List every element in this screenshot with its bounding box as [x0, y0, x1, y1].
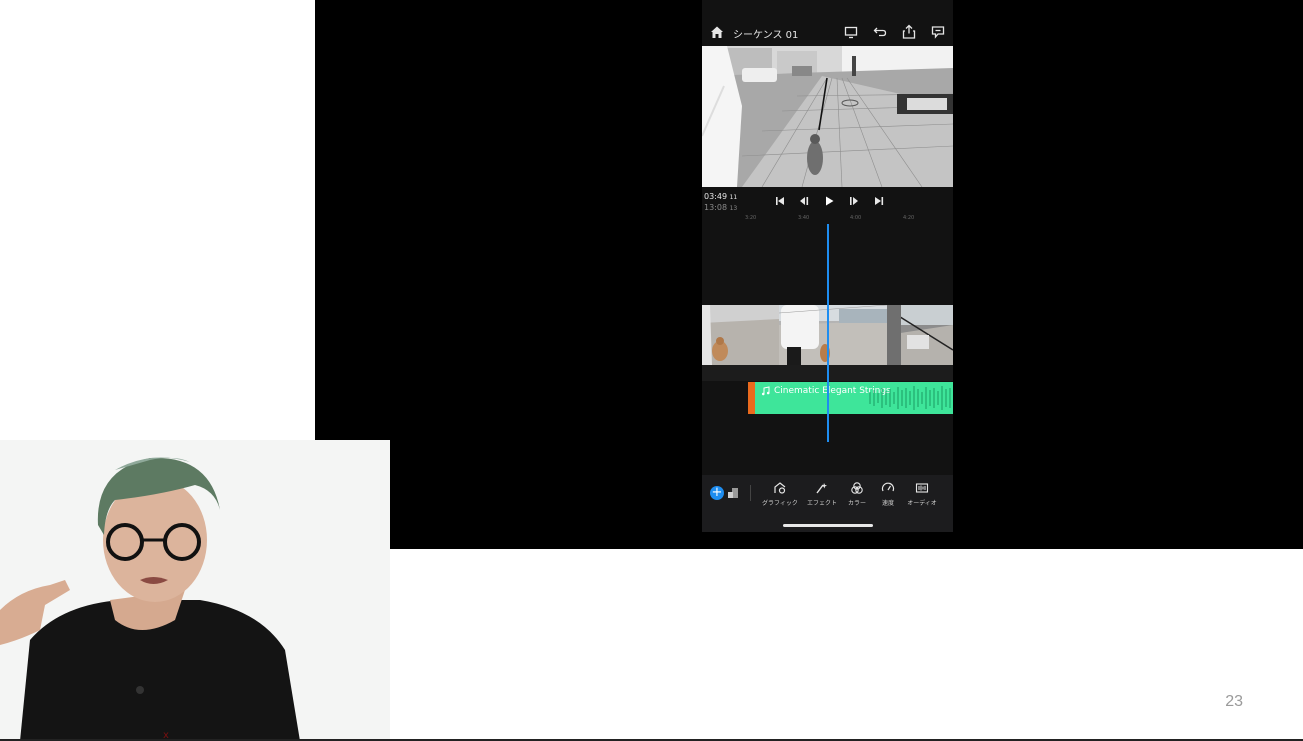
skip-to-end-icon[interactable] — [873, 194, 885, 208]
duration-frames: 13 — [729, 205, 738, 212]
ruler-tick: 4:20 — [903, 215, 915, 221]
timeline-ruler[interactable]: 3:20 3:40 4:00 4:20 — [702, 214, 953, 224]
phone-screen: シーケンス 01 03:49 11 13:08 13 3:20 3:40 4:0… — [702, 0, 953, 532]
presenter-video: x — [0, 440, 390, 741]
timecode-display: 03:49 11 13:08 13 — [704, 192, 737, 214]
undo-icon[interactable] — [871, 23, 889, 41]
step-forward-icon[interactable] — [848, 194, 860, 208]
color-icon — [851, 482, 863, 494]
step-back-icon[interactable] — [798, 194, 810, 208]
presentation-slide: シーケンス 01 03:49 11 13:08 13 3:20 3:40 4:0… — [0, 0, 1303, 741]
playback-controls — [774, 194, 892, 208]
comment-icon[interactable] — [929, 23, 947, 41]
add-media-button[interactable]: + — [710, 486, 724, 500]
skip-to-start-icon[interactable] — [774, 194, 786, 208]
share-icon[interactable] — [900, 23, 918, 41]
effects-icon — [816, 483, 827, 494]
video-clip[interactable] — [887, 305, 953, 365]
tool-effects-label: エフェクト — [806, 500, 837, 507]
home-icon[interactable] — [708, 23, 726, 41]
current-time: 03:49 — [704, 192, 728, 201]
play-icon[interactable] — [823, 194, 835, 208]
editor-topbar: シーケンス 01 — [702, 20, 953, 44]
duration-time: 13:08 — [704, 203, 728, 212]
tool-graphics[interactable]: グラフィック — [760, 481, 800, 507]
tool-effects[interactable]: エフェクト — [802, 481, 842, 507]
tool-audio[interactable]: オーディオ — [902, 481, 942, 507]
audio-clip[interactable]: Cinematic Elegant Strings — [748, 382, 953, 414]
playhead[interactable] — [827, 224, 829, 442]
tool-graphics-label: グラフィック — [762, 500, 798, 507]
ruler-tick: 3:20 — [745, 215, 757, 221]
video-preview[interactable] — [702, 46, 953, 187]
speed-icon — [881, 482, 895, 492]
video-clip[interactable] — [702, 305, 779, 365]
slide-page-number: 23 — [1225, 693, 1243, 710]
ruler-tick: 4:00 — [850, 215, 862, 221]
music-note-icon — [761, 386, 770, 396]
audio-waveform — [869, 386, 951, 410]
display-icon[interactable] — [842, 23, 860, 41]
home-indicator[interactable] — [783, 524, 873, 527]
ruler-tick: 3:40 — [798, 215, 810, 221]
audio-icon — [915, 483, 929, 493]
audio-clip-trim-handle[interactable] — [748, 382, 755, 414]
sequence-title[interactable]: シーケンス 01 — [733, 26, 798, 41]
graphics-icon — [774, 482, 786, 494]
layers-icon[interactable] — [727, 487, 739, 499]
bottom-toolbar: + グラフィック エフェクト カラー 速度 オーディオ — [702, 475, 953, 532]
current-frames: 11 — [729, 194, 738, 201]
toolbar-divider — [750, 485, 751, 501]
video-clip[interactable] — [779, 305, 887, 365]
tool-audio-label: オーディオ — [907, 500, 937, 507]
